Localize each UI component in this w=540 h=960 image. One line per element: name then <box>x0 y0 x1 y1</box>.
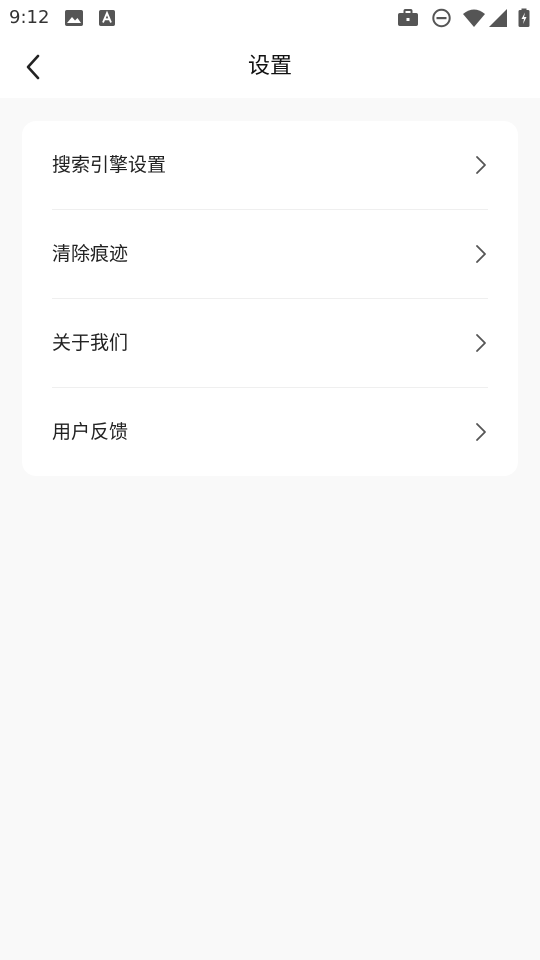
page-title: 设置 <box>247 54 292 79</box>
settings-item-about-us[interactable]: 关于我们 <box>52 299 488 388</box>
briefcase-icon <box>398 9 418 26</box>
chevron-right-icon <box>476 156 486 174</box>
chevron-right-icon <box>476 245 486 263</box>
status-time: 9:12 <box>9 7 50 28</box>
settings-item-search-engine[interactable]: 搜索引擎设置 <box>52 121 488 210</box>
settings-item-label: 关于我们 <box>52 332 129 354</box>
settings-item-label: 搜索引擎设置 <box>52 154 167 176</box>
chevron-right-icon <box>476 423 486 441</box>
app-bar: 设置 <box>0 36 540 98</box>
settings-card: 搜索引擎设置 清除痕迹 关于我们 用户反馈 <box>22 121 518 476</box>
settings-item-label: 清除痕迹 <box>52 243 129 265</box>
font-a-icon <box>99 10 115 26</box>
status-bar: 9:12 <box>0 0 540 36</box>
do-not-disturb-icon <box>432 8 451 28</box>
wifi-icon <box>463 9 485 27</box>
cellular-icon <box>489 9 507 27</box>
battery-charging-icon <box>518 8 530 27</box>
image-icon <box>65 10 83 26</box>
chevron-right-icon <box>476 334 486 352</box>
settings-item-feedback[interactable]: 用户反馈 <box>52 388 488 476</box>
settings-item-clear-history[interactable]: 清除痕迹 <box>52 210 488 299</box>
settings-item-label: 用户反馈 <box>52 421 129 443</box>
